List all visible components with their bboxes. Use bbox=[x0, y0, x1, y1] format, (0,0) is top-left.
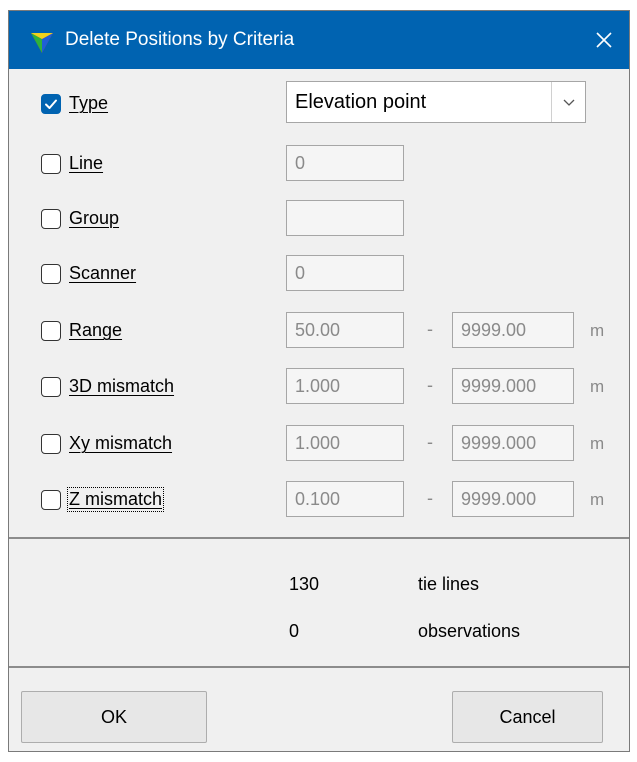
range-label[interactable]: Range bbox=[69, 320, 122, 341]
3d-mismatch-unit: m bbox=[590, 377, 605, 396]
criterion-row-range: Range 50.00 - 9999.00 m bbox=[9, 311, 629, 351]
criterion-row-group: Group bbox=[9, 199, 629, 239]
3d-mismatch-checkbox[interactable] bbox=[41, 377, 61, 397]
checkmark-icon bbox=[45, 99, 57, 109]
dialog-title: Delete Positions by Criteria bbox=[65, 29, 295, 50]
line-label[interactable]: Line bbox=[69, 153, 103, 174]
scanner-label[interactable]: Scanner bbox=[69, 263, 136, 284]
tie-lines-label: tie lines bbox=[418, 574, 480, 594]
3d-mismatch-label[interactable]: 3D mismatch bbox=[69, 376, 174, 397]
divider bbox=[9, 537, 629, 539]
xy-mismatch-separator: - bbox=[427, 432, 433, 452]
scanner-checkbox[interactable] bbox=[41, 264, 61, 284]
criterion-row-line: Line 0 bbox=[9, 144, 629, 184]
type-label[interactable]: Type bbox=[69, 93, 108, 114]
xy-mismatch-label[interactable]: Xy mismatch bbox=[69, 433, 172, 454]
chevron-down-icon bbox=[563, 99, 574, 106]
divider bbox=[9, 666, 629, 668]
3d-mismatch-min-field[interactable]: 1.000 bbox=[286, 368, 404, 404]
scanner-field[interactable]: 0 bbox=[286, 255, 404, 291]
criterion-row-type: Type Elevation point bbox=[9, 81, 629, 124]
type-dropdown-button[interactable] bbox=[551, 82, 585, 122]
xy-mismatch-min-field[interactable]: 1.000 bbox=[286, 425, 404, 461]
z-mismatch-checkbox[interactable] bbox=[41, 490, 61, 510]
z-mismatch-label[interactable]: Z mismatch bbox=[66, 487, 165, 512]
group-label[interactable]: Group bbox=[69, 208, 119, 229]
tie-lines-count: 130 bbox=[289, 574, 320, 594]
criterion-row-xy-mismatch: Xy mismatch 1.000 - 9999.000 m bbox=[9, 424, 629, 464]
observations-count: 0 bbox=[289, 621, 300, 641]
group-checkbox[interactable] bbox=[41, 209, 61, 229]
3d-mismatch-separator: - bbox=[427, 375, 433, 395]
ok-button[interactable]: OK bbox=[21, 691, 207, 743]
close-icon bbox=[596, 32, 612, 48]
range-max-field[interactable]: 9999.00 bbox=[452, 312, 574, 348]
group-field[interactable] bbox=[286, 200, 404, 236]
type-checkbox[interactable] bbox=[41, 94, 61, 114]
observations-label: observations bbox=[418, 621, 521, 641]
cancel-button[interactable]: Cancel bbox=[452, 691, 603, 743]
app-logo-icon bbox=[31, 33, 53, 53]
line-field[interactable]: 0 bbox=[286, 145, 404, 181]
z-mismatch-max-field[interactable]: 9999.000 bbox=[452, 481, 574, 517]
criterion-row-scanner: Scanner 0 bbox=[9, 254, 629, 294]
criterion-row-z-mismatch: Z mismatch 0.100 - 9999.000 m bbox=[9, 480, 629, 520]
type-select-value: Elevation point bbox=[295, 91, 427, 113]
range-separator: - bbox=[427, 319, 433, 339]
range-min-field[interactable]: 50.00 bbox=[286, 312, 404, 348]
range-checkbox[interactable] bbox=[41, 321, 61, 341]
line-checkbox[interactable] bbox=[41, 154, 61, 174]
z-mismatch-unit: m bbox=[590, 490, 605, 509]
z-mismatch-separator: - bbox=[427, 488, 433, 508]
type-select[interactable]: Elevation point bbox=[286, 81, 586, 123]
xy-mismatch-checkbox[interactable] bbox=[41, 434, 61, 454]
range-unit: m bbox=[590, 321, 605, 340]
criterion-row-3d-mismatch: 3D mismatch 1.000 - 9999.000 m bbox=[9, 367, 629, 407]
close-button[interactable] bbox=[579, 11, 629, 69]
3d-mismatch-max-field[interactable]: 9999.000 bbox=[452, 368, 574, 404]
xy-mismatch-unit: m bbox=[590, 434, 605, 453]
title-bar[interactable]: Delete Positions by Criteria bbox=[9, 11, 629, 69]
delete-positions-dialog: Delete Positions by Criteria Type Elevat… bbox=[8, 10, 630, 752]
xy-mismatch-max-field[interactable]: 9999.000 bbox=[452, 425, 574, 461]
z-mismatch-min-field[interactable]: 0.100 bbox=[286, 481, 404, 517]
